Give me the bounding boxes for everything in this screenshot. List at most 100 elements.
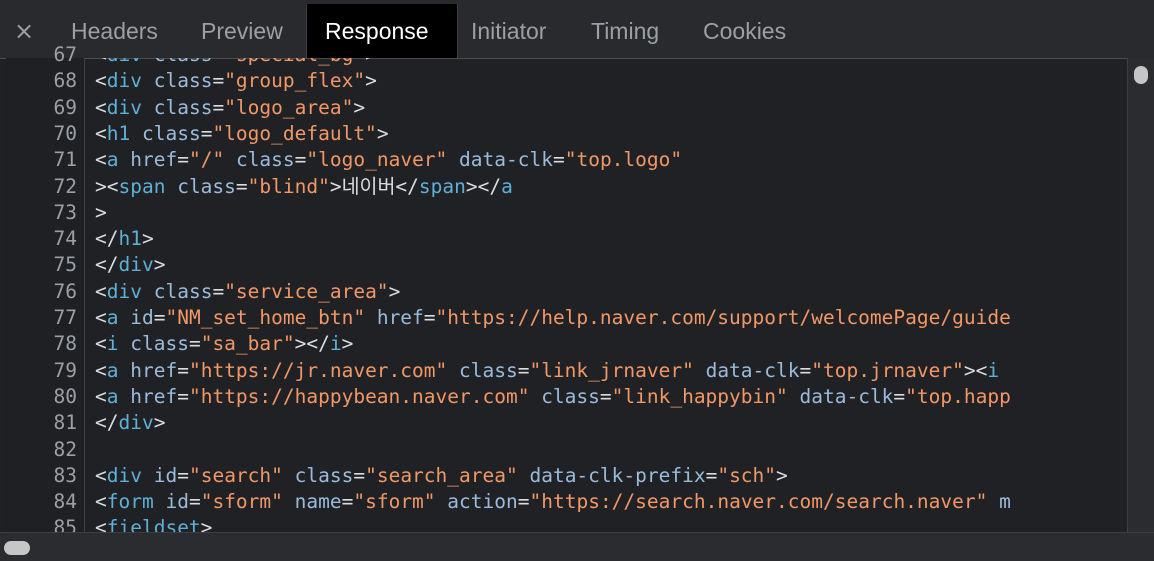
code-token: < — [95, 95, 107, 119]
tab-headers[interactable]: Headers — [59, 4, 193, 58]
code-token: data-clk — [459, 148, 553, 172]
code-token: class — [153, 69, 213, 93]
code-token: div — [118, 411, 154, 435]
vertical-scroll-thumb[interactable] — [1134, 66, 1148, 84]
horizontal-scrollbar[interactable] — [0, 532, 1154, 561]
code-token: > — [95, 200, 107, 224]
code-token: i — [987, 358, 1000, 382]
code-token: = — [599, 384, 612, 408]
code-token: "https://jr.naver.com" — [188, 358, 448, 382]
code-token: </ — [95, 227, 119, 251]
code-token: < — [95, 121, 107, 145]
code-token: class — [459, 358, 518, 382]
code-token: "search" — [188, 463, 283, 487]
code-token: name — [294, 490, 342, 514]
code-token: class — [235, 148, 295, 172]
line-number: 84 — [53, 490, 77, 514]
code-token: span — [418, 174, 466, 198]
line-number: 74 — [53, 227, 77, 251]
code-token: "logo_naver" — [306, 148, 448, 172]
code-token: id — [165, 490, 189, 514]
code-token: "https://help.naver.com/support/welcomeP… — [435, 306, 1011, 329]
code-token: </ — [95, 411, 119, 435]
code-token: "sch" — [717, 463, 777, 487]
code-token: = — [212, 58, 224, 66]
code-token: href — [376, 306, 424, 329]
code-token: > — [141, 227, 154, 251]
code-token: div — [106, 463, 142, 487]
code-token: < — [95, 463, 107, 487]
line-number: 81 — [53, 411, 77, 435]
tab-initiator[interactable]: Initiator — [459, 4, 576, 58]
code-line-text: <div id="search" class="search_area" dat… — [95, 463, 788, 489]
code-token: = — [212, 69, 225, 93]
line-number: 79 — [53, 358, 77, 382]
line-number: 77 — [53, 306, 77, 329]
code-token: < — [95, 384, 107, 408]
code-token: = — [153, 306, 166, 329]
code-line-text: <div class="special_bg"> — [95, 58, 377, 68]
code-line-text: <a id="NM_set_home_btn" href="https://he… — [95, 305, 1011, 331]
code-token: class — [154, 58, 213, 66]
line-number-gutter: 67 68 69 70 71 72 73 74 75 76 77 78 79 80 81 82 83 84 85 — [6, 43, 85, 539]
code-token: > — [376, 121, 389, 145]
tab-preview[interactable]: Preview — [189, 4, 306, 58]
code-token: href — [130, 358, 178, 382]
tab-cookies[interactable]: Cookies — [691, 4, 813, 58]
code-token: = — [423, 306, 436, 329]
code-line-text: <div class="logo_area"> — [95, 95, 365, 121]
code-line-text: <a href="https://happybean.naver.com" cl… — [95, 384, 1011, 410]
code-token: form — [106, 490, 154, 514]
code-token: "logo_default" — [212, 121, 377, 145]
code-line-text: <div class="service_area"> — [95, 279, 400, 305]
code-token: = — [517, 490, 530, 514]
code-token: "link_happybin" — [611, 384, 788, 408]
code-token: class — [541, 384, 600, 408]
code-line-text: <a href="/" class="logo_naver" data-clk=… — [95, 147, 682, 173]
code-line-text: </div> — [95, 252, 165, 278]
code-token: < — [95, 358, 107, 382]
code-token: class — [153, 95, 213, 119]
code-token: = — [200, 121, 213, 145]
code-token: = — [799, 358, 812, 382]
line-number: 70 — [53, 121, 77, 145]
code-token: i — [106, 332, 119, 356]
code-token: = — [188, 490, 201, 514]
code-token: ></ — [465, 174, 502, 198]
code-token: "service_area" — [224, 279, 389, 303]
line-number: 72 — [53, 174, 77, 198]
line-number: 68 — [53, 69, 77, 93]
response-source-view[interactable]: <div class="special_bg"><div class="grou… — [85, 58, 1125, 532]
line-number: 78 — [53, 332, 77, 356]
code-token: div — [107, 58, 142, 66]
vertical-scrollbar[interactable] — [1127, 58, 1154, 532]
code-token: = — [353, 463, 366, 487]
tab-response[interactable]: Response — [306, 4, 458, 58]
tab-timing[interactable]: Timing — [579, 4, 691, 58]
line-number: 69 — [53, 95, 77, 119]
code-token: div — [106, 279, 142, 303]
code-line-text: <fieldset> — [95, 515, 212, 532]
code-line-text: > — [95, 200, 107, 226]
code-token: < — [95, 58, 107, 66]
code-token: >< — [963, 358, 988, 382]
code-token: href — [130, 148, 178, 172]
code-token: = — [212, 95, 225, 119]
code-line-text: ><span class="blind">네이버</span></a — [95, 174, 513, 200]
code-token: ></ — [294, 332, 330, 356]
horizontal-scroll-thumb[interactable] — [4, 541, 30, 555]
code-token: a — [106, 384, 119, 408]
code-token: class — [294, 463, 354, 487]
code-token: = — [517, 358, 530, 382]
line-number: 67 — [53, 43, 77, 66]
